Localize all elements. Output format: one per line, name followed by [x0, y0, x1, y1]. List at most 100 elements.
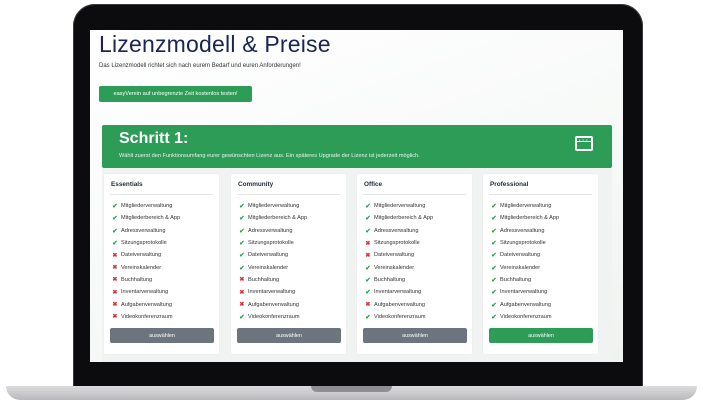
plan-title: Office: [364, 181, 383, 188]
check-icon: ✔: [491, 203, 497, 211]
feature-item: ✔ Mitgliederverwaltung: [490, 200, 559, 212]
feature-label: Buchhaltung: [500, 276, 532, 283]
check-icon: ✔: [112, 240, 118, 248]
select-plan-button[interactable]: auswählen: [489, 328, 593, 343]
feature-item: ✖ Dateiverwaltung: [364, 249, 433, 261]
divider: [237, 194, 340, 195]
feature-item: ✔ Aufgabenverwaltung: [490, 298, 559, 310]
feature-list: ✔ Mitgliederverwaltung ✔ Mitgliederbereich …: [238, 200, 307, 323]
divider: [110, 194, 213, 195]
feature-label: Dateiverwaltung: [500, 252, 541, 259]
cross-icon: ✖: [365, 301, 371, 309]
feature-label: Mitgliederverwaltung: [248, 203, 300, 210]
feature-label: Mitgliederverwaltung: [374, 203, 426, 210]
plan-card-office: Office ✔ Mitgliederverwaltung ✔ Mitgliederbe…: [357, 174, 472, 354]
cross-icon: ✖: [239, 288, 245, 296]
feature-item: ✖ Sitzungsprotokolle: [364, 237, 433, 249]
step-description: Wählt zuerst den Funktionsumfang eurer g…: [119, 153, 420, 159]
feature-item: ✔ Mitgliederbereich & App: [111, 212, 180, 224]
feature-label: Vereinskalender: [500, 264, 541, 271]
feature-label: Sitzungsprotokolle: [374, 240, 420, 247]
check-icon: ✔: [491, 313, 497, 321]
feature-label: Mitgliederbereich & App: [248, 215, 308, 222]
feature-item: ✖ Aufgabenverwaltung: [238, 298, 307, 310]
cross-icon: ✖: [112, 251, 118, 259]
feature-label: Mitgliederverwaltung: [500, 203, 552, 210]
feature-label: Aufgabenverwaltung: [248, 301, 300, 308]
feature-label: Buchhaltung: [121, 276, 153, 283]
feature-label: Inventarverwaltung: [500, 289, 548, 296]
feature-label: Videokonferenzraum: [248, 313, 300, 320]
check-icon: ✔: [365, 276, 371, 284]
feature-item: ✖ Dateiverwaltung: [111, 249, 180, 261]
step-banner: Schritt 1: Wählt zuerst den Funktionsumf…: [102, 125, 612, 168]
feature-label: Aufgabenverwaltung: [121, 301, 173, 308]
check-icon: ✔: [491, 215, 497, 223]
feature-label: Sitzungsprotokolle: [248, 240, 294, 247]
plan-card-professional: Professional ✔ Mitgliederverwaltung ✔ Mitgli…: [483, 174, 598, 354]
feature-label: Dateiverwaltung: [374, 252, 415, 259]
feature-item: ✔ Adressverwaltung: [364, 225, 433, 237]
laptop-screen: Lizenzmodell & Preise Das Lizenzmodell r…: [90, 30, 623, 362]
feature-label: Mitgliederbereich & App: [121, 215, 181, 222]
feature-item: ✔ Vereinskalender: [490, 261, 559, 273]
check-icon: ✔: [239, 252, 245, 260]
select-plan-button[interactable]: auswählen: [237, 328, 341, 343]
check-icon: ✔: [365, 264, 371, 272]
feature-item: ✖ Buchhaltung: [238, 274, 307, 286]
check-icon: ✔: [491, 289, 497, 297]
feature-label: Adressverwaltung: [248, 227, 293, 234]
feature-item: ✔ Videokonferenzraum: [490, 311, 559, 323]
check-icon: ✔: [365, 289, 371, 297]
feature-item: ✔ Mitgliederbereich & App: [364, 212, 433, 224]
browser-window-icon: • • •: [575, 136, 593, 151]
check-icon: ✔: [112, 227, 118, 235]
feature-label: Dateiverwaltung: [121, 252, 162, 259]
divider: [489, 194, 592, 195]
check-icon: ✔: [365, 313, 371, 321]
feature-item: ✖ Aufgabenverwaltung: [111, 298, 180, 310]
cross-icon: ✖: [112, 313, 118, 321]
select-plan-button[interactable]: auswählen: [110, 328, 214, 343]
check-icon: ✔: [365, 203, 371, 211]
feature-item: ✔ Adressverwaltung: [238, 225, 307, 237]
check-icon: ✔: [239, 215, 245, 223]
feature-label: Adressverwaltung: [374, 227, 419, 234]
feature-item: ✔ Mitgliederverwaltung: [364, 200, 433, 212]
feature-item: ✖ Buchhaltung: [111, 274, 180, 286]
feature-label: Mitgliederbereich & App: [374, 215, 434, 222]
check-icon: ✔: [365, 215, 371, 223]
cross-icon: ✖: [365, 251, 371, 259]
cross-icon: ✖: [239, 301, 245, 309]
feature-label: Inventarverwaltung: [121, 289, 169, 296]
check-icon: ✔: [239, 264, 245, 272]
cross-icon: ✖: [239, 276, 245, 284]
feature-item: ✖ Inventarverwaltung: [238, 286, 307, 298]
plan-cards: Essentials ✔ Mitgliederverwaltung ✔ Mitglied…: [102, 168, 612, 362]
check-icon: ✔: [491, 227, 497, 235]
feature-item: ✔ Dateiverwaltung: [490, 249, 559, 261]
feature-item: ✔ Buchhaltung: [364, 274, 433, 286]
check-icon: ✔: [491, 276, 497, 284]
feature-label: Sitzungsprotokolle: [121, 240, 167, 247]
check-icon: ✔: [239, 240, 245, 248]
plan-card-essentials: Essentials ✔ Mitgliederverwaltung ✔ Mitglied…: [104, 174, 219, 354]
feature-label: Inventarverwaltung: [374, 289, 422, 296]
feature-label: Buchhaltung: [374, 276, 406, 283]
feature-list: ✔ Mitgliederverwaltung ✔ Mitgliederbereich …: [111, 200, 180, 323]
plan-title: Professional: [490, 181, 529, 188]
feature-item: ✔ Mitgliederbereich & App: [490, 212, 559, 224]
feature-item: ✔ Mitgliederverwaltung: [238, 200, 307, 212]
cross-icon: ✖: [365, 239, 371, 247]
free-trial-button[interactable]: easyVerein auf unbegrenzte Zeit kostenlo…: [99, 86, 252, 102]
plan-title: Community: [238, 181, 274, 188]
check-icon: ✔: [112, 203, 118, 211]
check-icon: ✔: [239, 313, 245, 321]
page-subtitle: Das Lizenzmodell richtet sich nach eurem…: [99, 63, 301, 69]
feature-list: ✔ Mitgliederverwaltung ✔ Mitgliederbereich …: [364, 200, 433, 323]
feature-item: ✖ Inventarverwaltung: [111, 286, 180, 298]
feature-label: Vereinskalender: [121, 264, 162, 271]
check-icon: ✔: [239, 203, 245, 211]
feature-label: Aufgabenverwaltung: [374, 301, 426, 308]
select-plan-button[interactable]: auswählen: [363, 328, 467, 343]
